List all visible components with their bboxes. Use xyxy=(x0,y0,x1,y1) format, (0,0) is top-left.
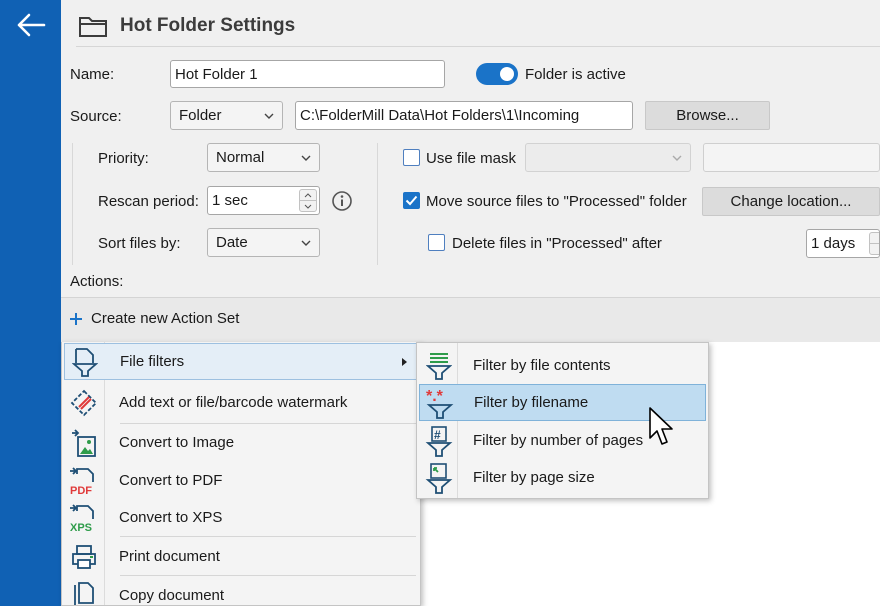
source-label: Source: xyxy=(70,108,122,125)
info-icon[interactable] xyxy=(331,190,353,212)
chevron-down-icon xyxy=(672,155,682,161)
pdf-icon: PDF xyxy=(70,466,94,496)
funnel-icon xyxy=(72,347,98,377)
arrow-left-icon xyxy=(17,13,46,37)
delete-days-value: 1 days xyxy=(811,235,856,252)
pages-hash-text: # xyxy=(434,428,441,442)
source-select-value: Folder xyxy=(179,107,222,124)
menu-item-label: Copy document xyxy=(119,587,225,604)
source-path-value: C:\FolderMill Data\Hot Folders\1\Incomin… xyxy=(300,107,580,124)
back-button[interactable] xyxy=(10,6,52,44)
browse-button[interactable]: Browse... xyxy=(645,101,770,130)
move-processed-label: Move source files to "Processed" folder xyxy=(426,193,687,210)
actions-label: Actions: xyxy=(70,273,124,290)
chevron-down-icon xyxy=(301,240,311,246)
menu-item-copy-document[interactable]: Copy document xyxy=(64,577,418,605)
menu-item-add-watermark[interactable]: Add text or file/barcode watermark xyxy=(64,384,418,421)
watermark-icon xyxy=(70,389,98,416)
header-divider xyxy=(76,46,880,47)
stepper-up[interactable] xyxy=(870,233,879,243)
sort-select-value: Date xyxy=(216,234,248,251)
menu-item-label: File filters xyxy=(120,353,185,370)
change-location-label: Change location... xyxy=(730,193,852,210)
group-divider-right xyxy=(377,143,378,265)
create-action-set-button[interactable]: Create new Action Set xyxy=(69,310,239,327)
menu-item-file-filters[interactable]: File filters xyxy=(64,343,418,380)
rescan-stepper[interactable] xyxy=(299,189,317,212)
file-mask-label: Use file mask xyxy=(426,150,517,167)
source-path-input[interactable]: C:\FolderMill Data\Hot Folders\1\Incomin… xyxy=(295,101,633,130)
action-menu: File filters Add text or file/barcode wa… xyxy=(61,342,421,606)
sort-label: Sort files by: xyxy=(98,235,181,252)
folder-active-label: Folder is active xyxy=(525,66,626,83)
check-icon xyxy=(405,195,418,206)
mouse-cursor-icon xyxy=(649,407,673,445)
priority-select-value: Normal xyxy=(216,149,265,166)
menu-item-convert-image[interactable]: Convert to Image xyxy=(64,424,418,461)
submenu-item-filter-contents[interactable]: Filter by file contents xyxy=(419,347,706,384)
file-mask-select[interactable] xyxy=(525,143,691,172)
menu-separator xyxy=(120,575,416,576)
submenu-arrow-icon xyxy=(402,358,407,366)
menu-separator xyxy=(120,536,416,537)
file-mask-input[interactable] xyxy=(703,143,880,172)
filename-wildcard-text: *.* xyxy=(426,388,444,405)
menu-item-label: Print document xyxy=(119,548,220,565)
image-icon xyxy=(72,428,96,457)
rescan-input-value: 1 sec xyxy=(212,192,248,209)
rescan-input[interactable]: 1 sec xyxy=(207,186,320,215)
submenu-item-label: Filter by page size xyxy=(473,469,595,486)
name-input[interactable]: Hot Folder 1 xyxy=(170,60,445,88)
delete-processed-checkbox[interactable] xyxy=(428,234,445,251)
name-input-value: Hot Folder 1 xyxy=(175,65,258,83)
stepper-down[interactable] xyxy=(870,243,879,254)
file-mask-checkbox[interactable] xyxy=(403,149,420,166)
menu-item-convert-xps[interactable]: XPS Convert to XPS xyxy=(64,499,418,536)
sidebar xyxy=(0,0,61,606)
submenu-item-label: Filter by filename xyxy=(474,394,589,411)
chevron-down-icon xyxy=(264,113,274,119)
group-divider-left xyxy=(72,143,73,265)
menu-item-label: Convert to PDF xyxy=(119,472,223,489)
folder-icon xyxy=(79,17,107,37)
menu-item-label: Convert to Image xyxy=(119,434,235,451)
action-set-bar: Create new Action Set xyxy=(61,297,880,342)
printer-icon xyxy=(72,544,96,569)
rescan-label: Rescan period: xyxy=(98,193,199,210)
page-header: Hot Folder Settings xyxy=(78,8,295,44)
chevron-down-icon xyxy=(301,155,311,161)
create-action-set-label: Create new Action Set xyxy=(91,310,240,327)
name-label: Name: xyxy=(70,66,115,83)
plus-icon xyxy=(70,312,82,325)
stepper-down[interactable] xyxy=(300,200,316,211)
browse-button-label: Browse... xyxy=(676,107,739,124)
delete-days-input[interactable]: 1 days xyxy=(806,229,880,258)
filter-pages-icon: # xyxy=(425,425,453,457)
menu-item-label: Convert to XPS xyxy=(119,509,223,526)
delete-days-stepper[interactable] xyxy=(869,232,879,255)
priority-label: Priority: xyxy=(98,150,149,167)
submenu-item-label: Filter by number of pages xyxy=(473,432,644,449)
source-select[interactable]: Folder xyxy=(170,101,283,130)
move-processed-checkbox[interactable] xyxy=(403,192,420,209)
delete-processed-label: Delete files in "Processed" after xyxy=(452,235,662,252)
copy-icon xyxy=(74,581,94,605)
pdf-icon-text: PDF xyxy=(70,485,92,496)
submenu-item-label: Filter by file contents xyxy=(473,357,611,374)
filter-filename-icon: *.* xyxy=(426,388,454,419)
sort-select[interactable]: Date xyxy=(207,228,320,257)
xps-icon: XPS xyxy=(70,503,94,533)
stepper-up[interactable] xyxy=(300,190,316,200)
xps-icon-text: XPS xyxy=(70,522,92,533)
page-title: Hot Folder Settings xyxy=(120,15,296,36)
folder-active-toggle[interactable] xyxy=(476,63,518,85)
filter-size-icon xyxy=(425,462,453,494)
menu-item-label: Add text or file/barcode watermark xyxy=(119,394,348,411)
menu-item-print-document[interactable]: Print document xyxy=(64,538,418,575)
priority-select[interactable]: Normal xyxy=(207,143,320,172)
change-location-button[interactable]: Change location... xyxy=(702,187,880,216)
submenu-item-filter-size[interactable]: Filter by page size xyxy=(419,459,706,496)
menu-item-convert-pdf[interactable]: PDF Convert to PDF xyxy=(64,462,418,499)
filter-contents-icon xyxy=(426,352,452,380)
